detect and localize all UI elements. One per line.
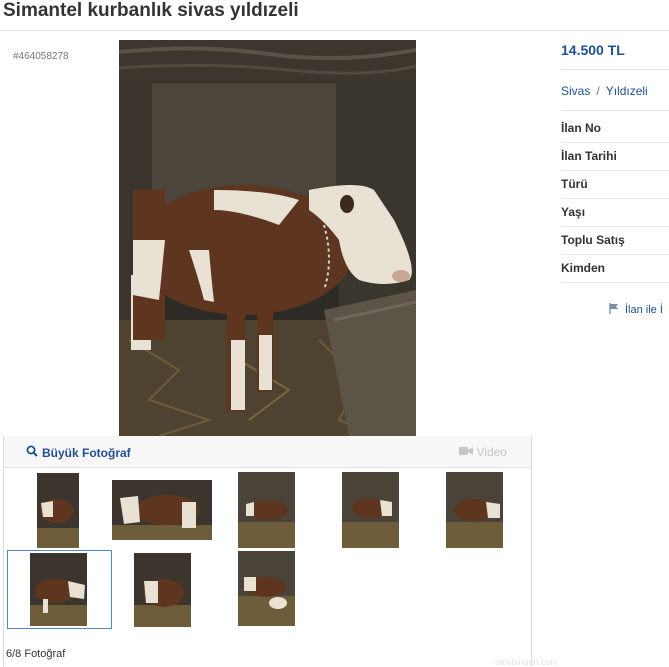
info-row-yasi: Yaşı <box>561 198 669 227</box>
location-breadcrumb: Sivas / Yıldızeli <box>561 84 648 98</box>
magnifier-icon <box>26 445 38 460</box>
thumbnail-image <box>30 553 87 626</box>
thumbnail-image <box>342 472 399 548</box>
thumbnail-3[interactable] <box>238 472 295 548</box>
thumbnail-6-selected[interactable] <box>7 550 112 629</box>
divider <box>561 110 669 111</box>
title-divider <box>0 30 669 31</box>
photo-counter: 6/8 Fotoğraf <box>6 648 66 660</box>
thumbnail-image <box>238 551 295 626</box>
info-label: Türü <box>561 177 588 191</box>
info-label: Kimden <box>561 261 606 275</box>
info-row-toplu-satis: Toplu Satış <box>561 226 669 255</box>
info-label: İlan Tarihi <box>561 149 617 163</box>
thumbnail-2[interactable] <box>112 480 212 540</box>
big-photo-link[interactable]: Büyük Fotoğraf <box>26 445 131 460</box>
thumbnail-image <box>37 473 79 548</box>
video-label: Video <box>476 445 507 459</box>
location-city[interactable]: Sivas <box>561 84 590 98</box>
info-row-ilan-no: İlan No <box>561 114 669 143</box>
camera-icon <box>458 445 473 459</box>
thumbnail-7[interactable] <box>134 553 191 627</box>
thumbnail-5[interactable] <box>446 472 503 548</box>
info-label: İlan No <box>561 121 602 135</box>
info-row-kimden: Kimden <box>561 254 669 283</box>
thumbnail-1[interactable] <box>37 473 79 548</box>
gallery-toolbar: Büyük Fotoğraf Video <box>4 436 531 468</box>
report-label: İlan ile İ <box>625 304 663 316</box>
info-row-ilan-tarihi: İlan Tarihi <box>561 142 669 171</box>
divider <box>561 69 669 70</box>
thumbnail-image <box>134 553 191 627</box>
thumbnail-4[interactable] <box>342 472 399 548</box>
main-photo[interactable] <box>119 40 416 436</box>
price: 14.500 TL <box>561 42 625 58</box>
thumbnail-image <box>446 472 503 548</box>
thumbnail-image <box>238 472 295 548</box>
report-listing-link[interactable]: İlan ile İ <box>609 303 663 317</box>
thumbnail-8[interactable] <box>238 551 295 626</box>
thumbnail-image <box>112 480 212 540</box>
info-label: Yaşı <box>561 205 586 219</box>
listing-title: Simantel kurbanlık sivas yıldızeli <box>3 0 299 21</box>
thumbnail-gallery: Büyük Fotoğraf Video <box>3 436 532 666</box>
cow-photo-image <box>119 40 416 436</box>
big-photo-label: Büyük Fotoğraf <box>42 445 131 460</box>
info-row-turu: Türü <box>561 170 669 199</box>
info-label: Toplu Satış <box>561 233 625 247</box>
flag-icon <box>609 303 619 317</box>
location-separator: / <box>596 84 600 98</box>
video-link[interactable]: Video <box>458 445 507 459</box>
listing-id: #464058278 <box>13 51 69 62</box>
location-district[interactable]: Yıldızeli <box>606 84 648 98</box>
